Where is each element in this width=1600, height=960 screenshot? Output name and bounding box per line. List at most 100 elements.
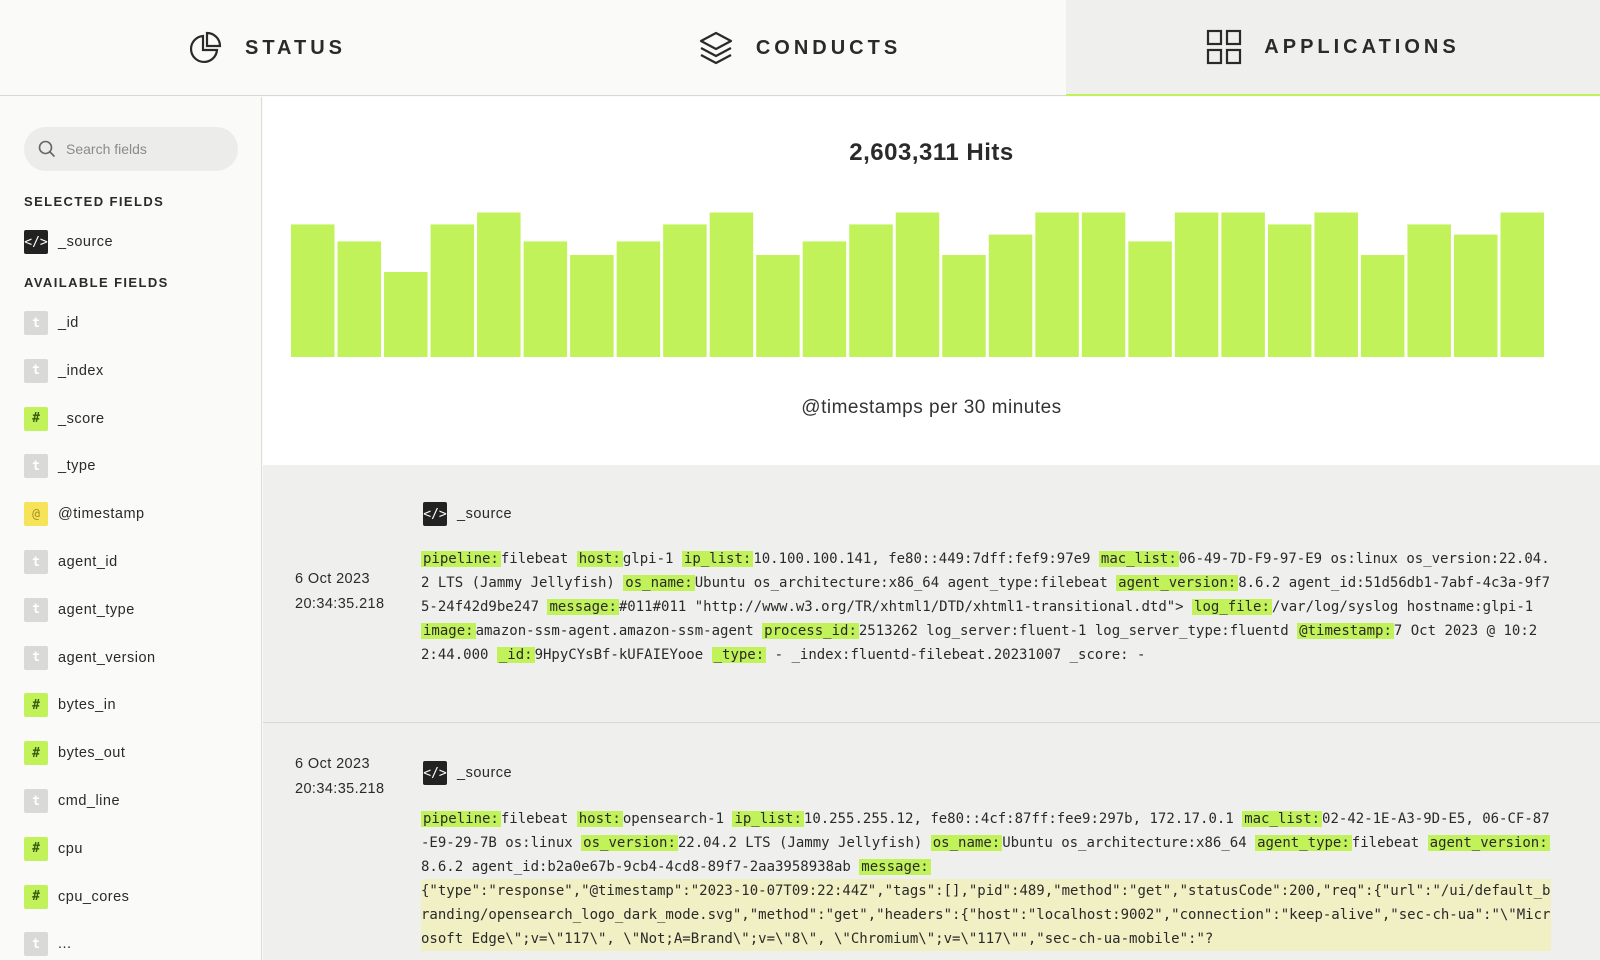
histogram-panel: 2,603,311 Hits @timestamps per 30 minute… [263,97,1600,465]
code-icon: </> [423,502,447,526]
field-value: Ubuntu os_architecture:x86_64 agent_type… [694,575,1117,591]
field-value: - _index:fluentd-filebeat.20231007 _scor… [766,647,1146,663]
histogram-bar[interactable] [1221,212,1265,358]
histogram-chart [291,212,1544,358]
available-field[interactable]: t cmd_line [24,789,120,813]
field-value: #011#011 "http://www.w3.org/TR/xhtml1/DT… [618,599,1193,615]
available-field[interactable]: @ @timestamp [24,502,145,527]
document-row[interactable]: 6 Oct 2023 20:34:35.218 </> _source pipe… [263,465,1600,723]
tab-status-label: STATUS [244,36,347,59]
histogram-bar[interactable] [802,241,847,357]
field-value: filebeat [500,551,577,567]
histogram-bar[interactable] [384,272,428,357]
histogram-bar[interactable] [570,255,614,357]
histogram-bar[interactable] [1500,212,1544,358]
available-field[interactable]: t agent_version [24,645,156,670]
field-key: log_file: [1192,599,1272,615]
histogram-bar[interactable] [1360,255,1405,357]
field-name: agent_id [58,554,118,570]
top-navigation: STATUS CONDUCTS APPLICATIONS [0,0,1600,96]
available-field[interactable]: # cpu_cores [24,884,129,909]
available-field[interactable]: t _id [24,311,79,335]
field-key: agent_version: [1116,575,1239,591]
histogram-bar[interactable] [942,255,986,357]
search-input[interactable] [66,141,226,157]
available-field[interactable]: t agent_type [24,597,135,622]
tab-conducts[interactable]: CONDUCTS [533,0,1066,96]
doc-source-content: pipeline: filebeat host: opensearch-1 ip_l… [421,807,1551,951]
text-type-icon: t [24,550,48,574]
field-name: _source [58,234,114,250]
field-key: image: [421,623,476,639]
number-type-icon: # [24,406,48,431]
search-icon [38,140,56,158]
histogram-bar[interactable] [1314,212,1358,358]
available-field[interactable]: # _score [24,406,105,431]
histogram-bar[interactable] [756,255,800,357]
histogram-bar[interactable] [430,224,475,357]
available-field[interactable]: t _type [24,454,96,479]
histogram-bar[interactable] [988,234,1033,357]
doc-timestamp: 6 Oct 2023 20:34:35.218 [295,567,384,617]
field-key: mac_list: [1242,811,1323,827]
available-field[interactable]: # cpu [24,836,83,861]
text-type-icon: t [24,789,48,813]
field-name: _score [58,410,105,427]
histogram-bar[interactable] [1267,224,1312,357]
histogram-bar[interactable] [663,224,707,357]
tab-applications[interactable]: APPLICATIONS [1066,0,1600,96]
available-field[interactable]: t agent_id [24,550,118,574]
field-name: cmd_line [58,793,121,809]
text-type-icon: t [24,597,48,622]
histogram-bar[interactable] [1035,212,1079,358]
document-row[interactable]: 6 Oct 2023 20:34:35.218 </> _source pipe… [263,723,1600,960]
field-value: opensearch-1 [622,811,733,827]
field-key: agent_type: [1255,835,1352,851]
histogram-bar[interactable] [895,212,940,358]
text-type-icon: t [24,358,48,383]
pie-chart-icon [187,30,223,66]
field-name: _id [58,315,79,331]
field-name: agent_type [58,601,135,618]
field-value: /var/log/syslog hostname:glpi-1 [1271,599,1534,615]
selected-fields-title: SELECTED FIELDS [24,194,165,209]
field-key: message: [859,859,931,875]
histogram-bar[interactable] [337,241,382,357]
histogram-bar[interactable] [291,224,335,357]
number-type-icon: # [24,741,48,766]
field-value: 10.100.100.141, fe80::449:7dff:fef9:97e9 [753,551,1099,567]
layers-icon [698,30,734,66]
doc-date: 6 Oct 2023 [295,571,370,587]
field-value: 8.6.2 agent_id:b2a0e67b-9cb4-4cd8-89f7-2… [421,859,860,875]
field-value: filebeat [1351,835,1428,851]
histogram-bar[interactable] [1081,212,1126,358]
field-key: os_version: [581,835,678,851]
field-name: bytes_in [58,697,117,714]
histogram-bar[interactable] [477,212,521,358]
available-field[interactable]: t _index [24,358,104,383]
hits-count: 2,603,311 Hits [849,139,1014,166]
field-name: bytes_out [58,745,126,762]
doc-source-label: _source [457,765,513,781]
code-icon: </> [24,230,48,254]
histogram-bar[interactable] [709,212,754,358]
field-key: process_id: [762,623,859,639]
selected-field-source[interactable]: </> _source [24,230,113,254]
field-key: ip_list: [681,551,754,567]
histogram-bar[interactable] [1128,241,1172,357]
available-field[interactable]: # bytes_out [24,741,126,766]
histogram-bar[interactable] [1453,234,1498,357]
tab-applications-label: APPLICATIONS [1264,35,1460,58]
histogram-bar[interactable] [523,241,568,357]
histogram-bar[interactable] [1407,224,1451,357]
number-type-icon: # [24,884,48,909]
histogram-bar[interactable] [1174,212,1219,358]
available-field[interactable]: t... [24,932,72,957]
tab-status[interactable]: STATUS [0,0,533,96]
code-icon: </> [423,761,447,785]
available-field[interactable]: # bytes_in [24,693,117,718]
field-key: os_name: [623,575,695,591]
histogram-bar[interactable] [849,224,893,357]
histogram-bar[interactable] [616,241,661,357]
doc-source-header: </> _source [423,502,512,526]
